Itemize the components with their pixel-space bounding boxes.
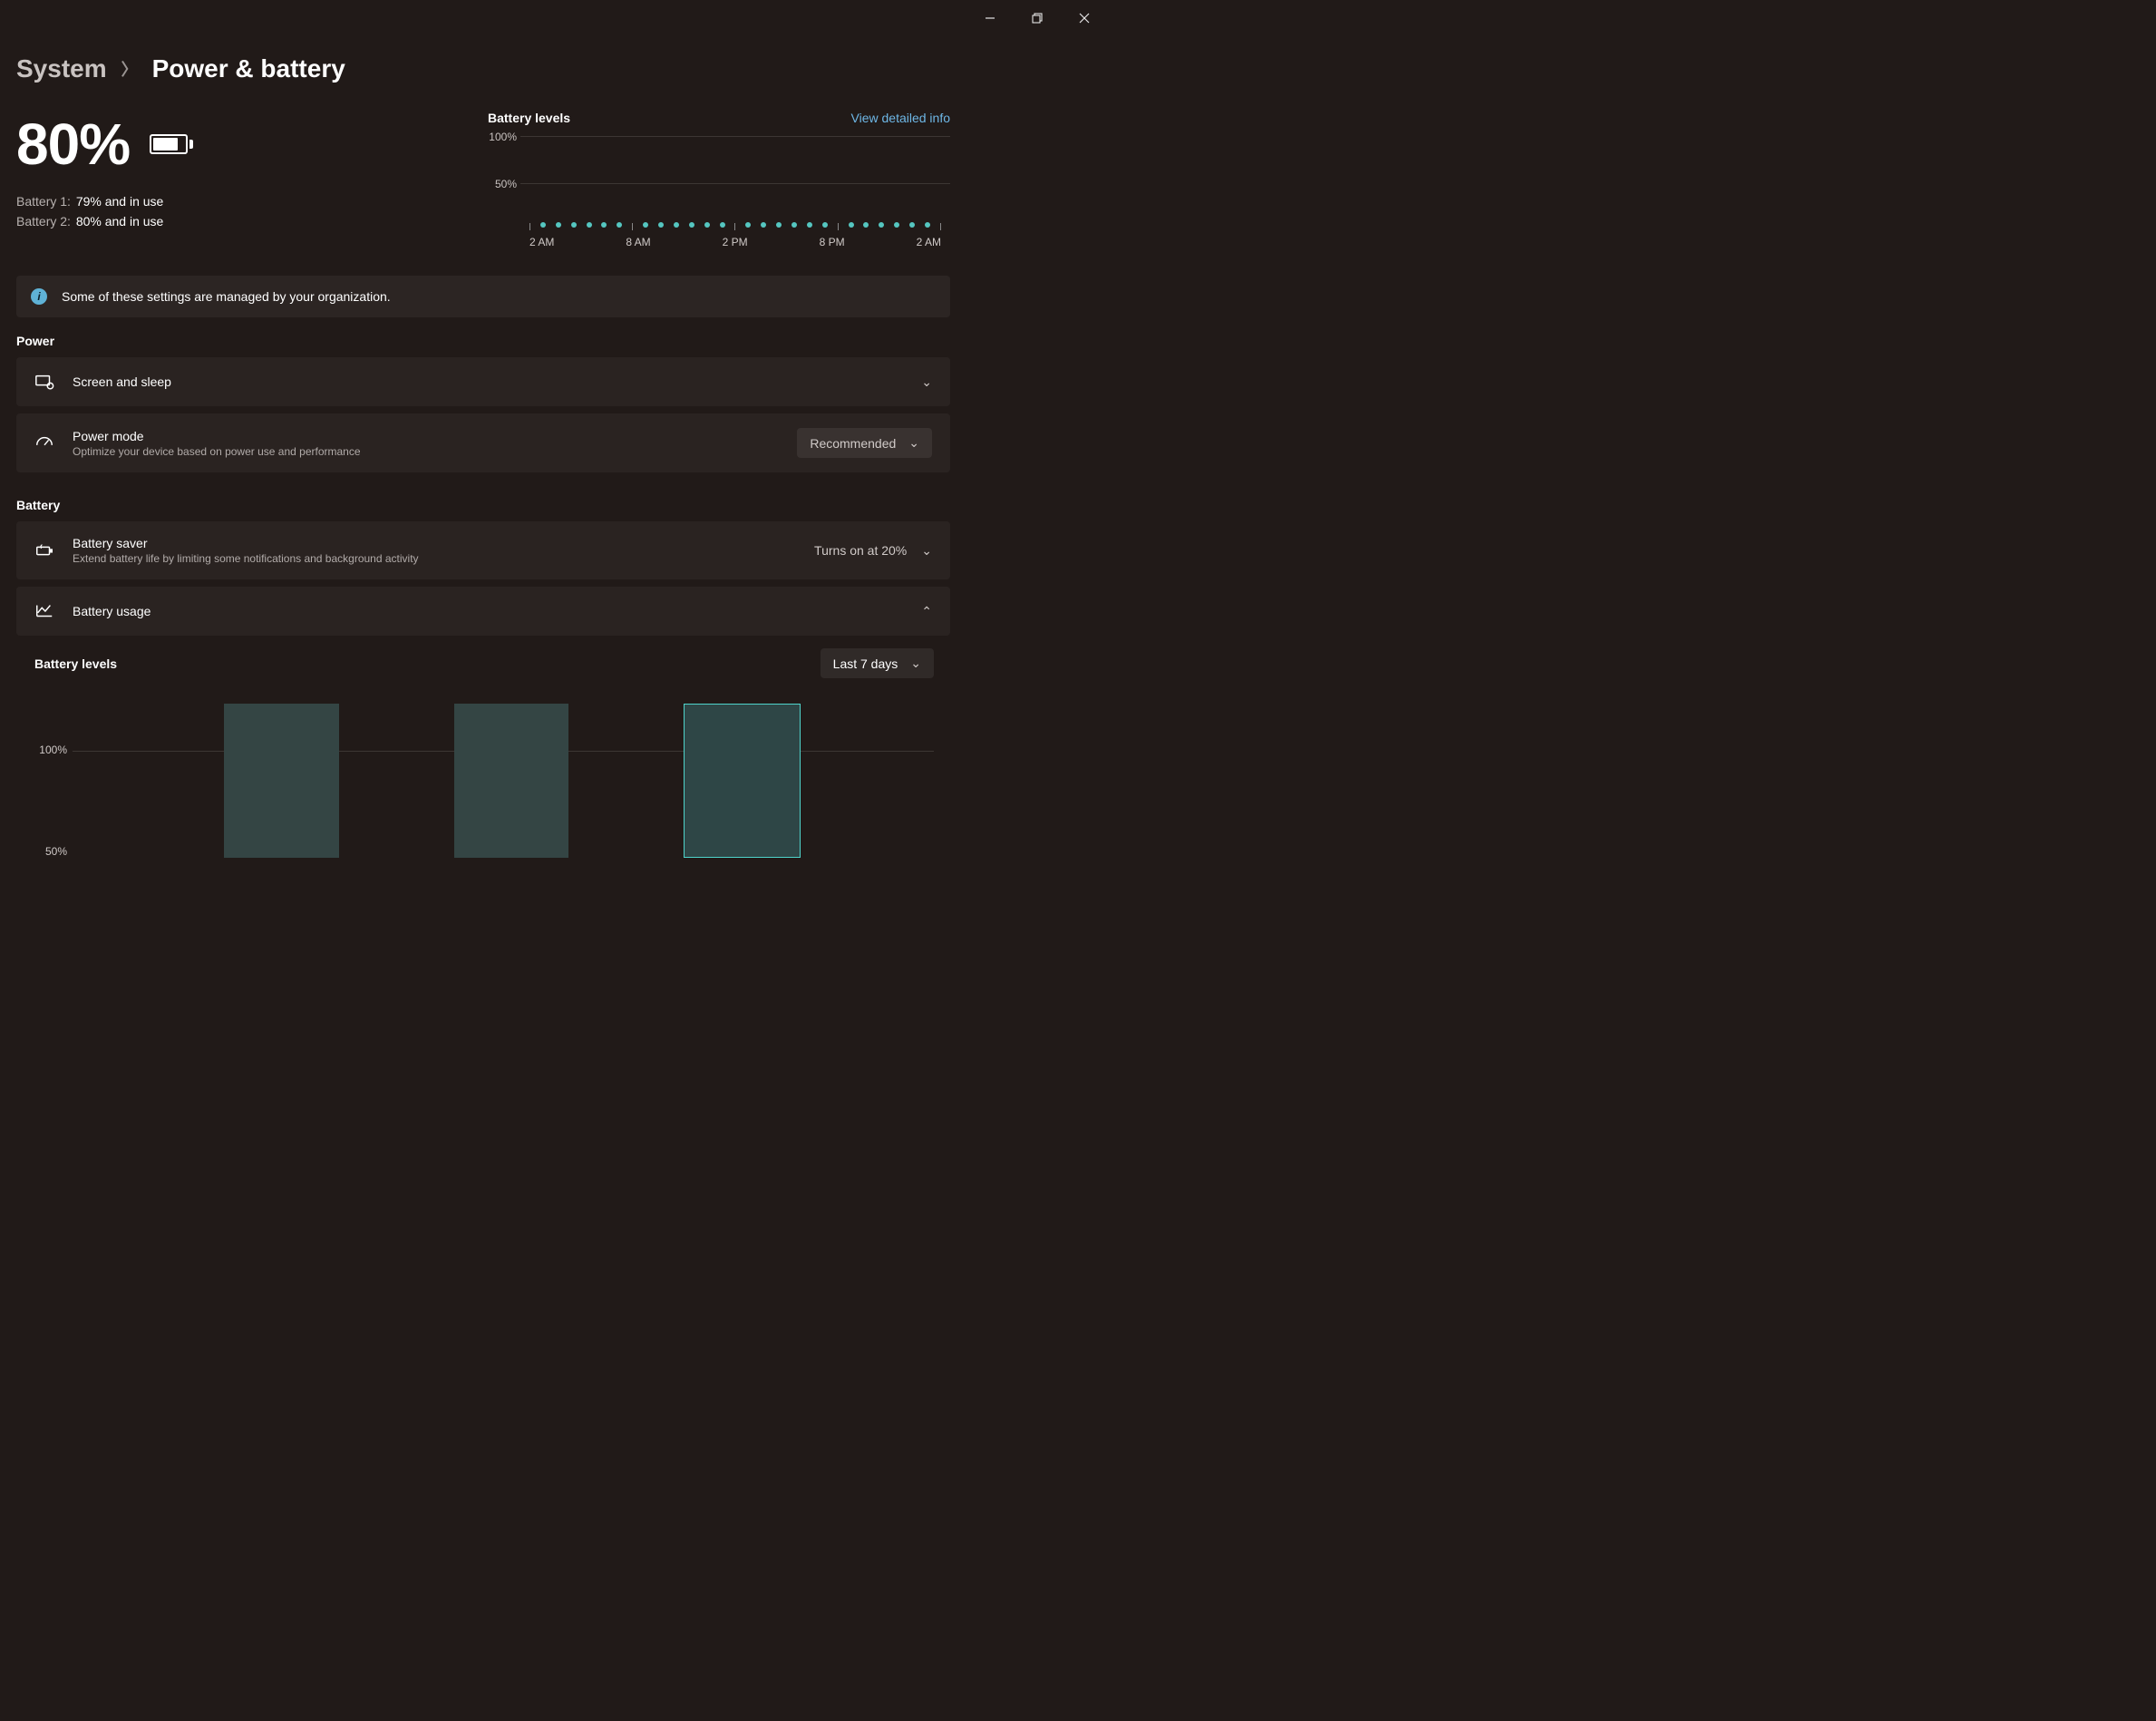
section-battery: Battery [16,498,950,512]
mini-dot [643,222,648,228]
close-button[interactable] [1072,9,1097,27]
mini-dot [704,222,710,228]
power-mode-title: Power mode [73,429,779,443]
mini-dot [745,222,751,228]
battery-1-status: Battery 1: 79% and in use [16,194,470,209]
chevron-down-icon: ⌄ [908,435,919,451]
mini-dot [761,222,766,228]
mini-dot [658,222,664,228]
mini-dot [822,222,828,228]
usage-bar[interactable] [568,696,684,860]
chevron-down-icon: ⌄ [910,656,921,671]
mini-dot [571,222,577,228]
screen-sleep-title: Screen and sleep [73,374,903,389]
mini-dot [879,222,884,228]
battery-usage-row[interactable]: Battery usage ⌃ [16,587,950,636]
mini-dot [617,222,622,228]
mini-dot [894,222,899,228]
mini-dot [601,222,607,228]
mini-dot [792,222,797,228]
usage-bar[interactable] [339,696,454,860]
mini-dot [689,222,694,228]
mini-y-50: 50% [484,178,517,190]
power-mode-sub: Optimize your device based on power use … [73,445,779,458]
view-detailed-link[interactable]: View detailed info [851,111,950,125]
usage-bar[interactable] [224,704,339,858]
mini-tick [632,223,633,230]
mini-dot [807,222,812,228]
battery-icon [150,134,193,154]
mini-dot [587,222,592,228]
mini-dot [540,222,546,228]
org-managed-banner: i Some of these settings are managed by … [16,276,950,317]
chevron-down-icon: ⌄ [921,543,932,559]
page-title: Power & battery [152,54,345,83]
breadcrumb-parent[interactable]: System [16,54,107,83]
chevron-up-icon: ⌃ [921,604,932,619]
mini-dot [720,222,725,228]
battery-saver-icon [34,540,54,560]
usage-bar[interactable] [454,704,569,858]
battery-usage-chart[interactable]: 100% 50% [73,696,934,860]
screen-sleep-icon [34,372,54,392]
mini-x-label: 8 PM [820,236,845,248]
chevron-down-icon: ⌄ [921,374,932,390]
mini-tick [838,223,839,230]
battery-mini-chart: 100% 50% 2 AM 8 AM 2 PM 8 PM 2 AM [520,136,950,245]
battery-saver-row[interactable]: Battery saver Extend battery life by lim… [16,521,950,579]
mini-dot [849,222,854,228]
usage-y-50: 50% [27,845,67,858]
mini-dot [909,222,915,228]
mini-dot [674,222,679,228]
power-mode-selected: Recommended [810,436,896,451]
usage-bar[interactable] [684,704,801,858]
breadcrumb: System 〉 Power & battery [16,54,950,83]
mini-tick [940,223,941,230]
minimize-button[interactable] [977,9,1003,27]
usage-range-selected: Last 7 days [833,656,898,671]
power-mode-row: Power mode Optimize your device based on… [16,413,950,472]
mini-chart-title: Battery levels [488,111,570,125]
mini-x-label: 8 AM [626,236,650,248]
mini-tick [734,223,735,230]
mini-dot [776,222,782,228]
banner-text: Some of these settings are managed by yo… [62,289,391,304]
usage-bar[interactable] [801,696,916,860]
battery-2-status: Battery 2: 80% and in use [16,214,470,228]
mini-x-label: 2 AM [917,236,941,248]
battery-percentage: 80% [16,111,130,178]
section-power: Power [16,334,950,348]
mini-y-100: 100% [484,131,517,143]
maximize-button[interactable] [1025,9,1050,27]
usage-chart-title: Battery levels [34,656,117,671]
mini-dot [556,222,561,228]
mini-tick [529,223,530,230]
power-mode-icon [34,433,54,453]
mini-x-label: 2 PM [723,236,748,248]
power-mode-dropdown[interactable]: Recommended ⌄ [797,428,932,458]
battery-saver-status: Turns on at 20% [814,543,907,558]
usage-range-dropdown[interactable]: Last 7 days ⌄ [821,648,934,678]
usage-y-100: 100% [27,744,67,756]
screen-and-sleep-row[interactable]: Screen and sleep ⌄ [16,357,950,406]
battery-saver-title: Battery saver [73,536,796,550]
info-icon: i [31,288,47,305]
mini-dot [863,222,869,228]
mini-x-label: 2 AM [529,236,554,248]
mini-dot [925,222,930,228]
chevron-right-icon: 〉 [121,57,138,81]
usage-bar[interactable] [109,696,224,860]
battery-usage-title: Battery usage [73,604,903,618]
battery-saver-sub: Extend battery life by limiting some not… [73,552,796,565]
battery-usage-icon [34,601,54,621]
